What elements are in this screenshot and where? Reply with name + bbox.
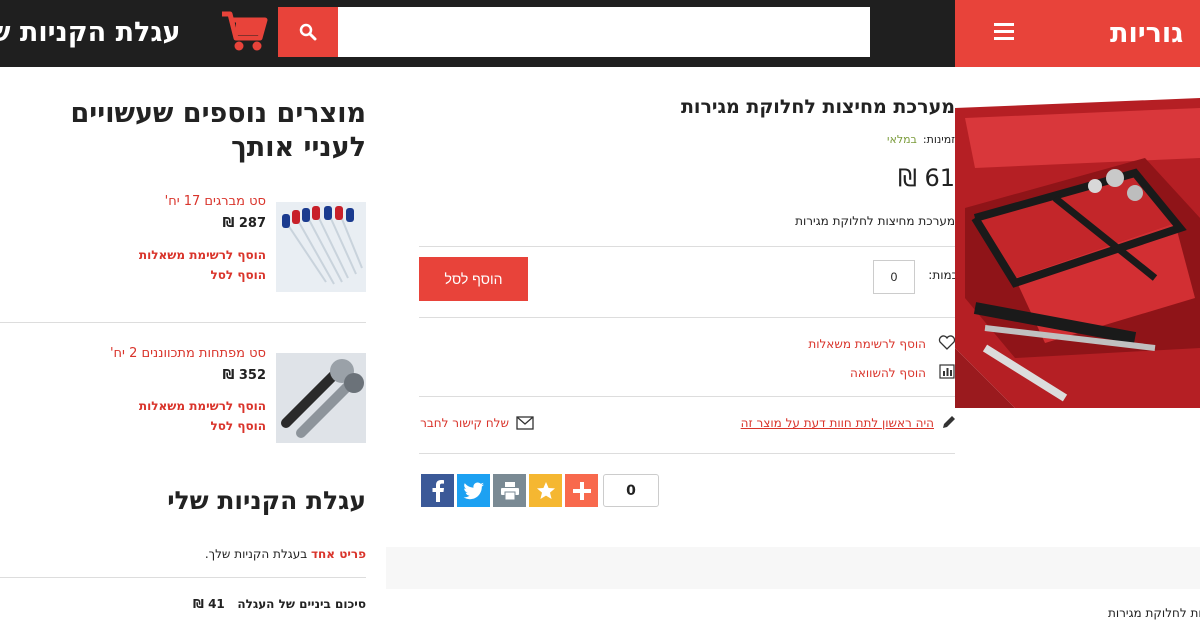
cart-subtotal: סיכום ביניים של העגלה 41 ₪ [193,597,366,611]
shopping-cart-icon[interactable] [220,10,268,52]
product-title: מערכת מחיצות לחלוקת מגירות [680,96,955,118]
add-to-wishlist-link[interactable]: הוסף לרשימת משאלות [780,337,926,351]
quantity-label: כמות: [928,268,958,282]
search-button[interactable] [278,7,338,57]
related-product-price: 287 ₪ [222,216,266,231]
related-add-to-cart-link[interactable]: הוסף לסל [160,419,266,433]
share-counter: 0 [603,474,659,507]
search-icon [299,23,317,41]
related-product-name[interactable]: סט מברגים 17 יח' [100,194,266,209]
cart-items-link[interactable]: פריט אחד [311,547,366,561]
divider [419,246,955,247]
cart-summary-text: פריט אחד בעגלת הקניות שלך. [204,547,366,561]
pencil-icon [941,415,956,430]
print-icon[interactable] [493,474,526,507]
related-product-name[interactable]: סט מפתחות מתכווננים 2 יח' [60,346,266,361]
categories-label[interactable]: גוריות [1110,14,1200,54]
related-add-to-cart-link[interactable]: הוסף לסל [160,268,266,282]
wrench-set-thumbnail[interactable] [276,353,366,443]
favorite-star-icon[interactable] [529,474,562,507]
divider [419,317,955,318]
related-products-heading: מוצרים נוספים שעשויים לעניי אותך [70,98,367,163]
screwdriver-set-thumbnail[interactable] [276,202,366,292]
site-brand-title[interactable]: עגלת הקניות ש [0,10,205,55]
add-to-cart-button[interactable]: הוסף לסל [419,257,528,301]
short-description: מערכת מחיצות לחלוקת מגירות [795,214,955,228]
heart-icon [938,335,956,351]
availability: זמינות:במלאי [887,133,955,146]
hamburger-menu-icon[interactable] [994,23,1014,41]
related-wishlist-link[interactable]: הוסף לרשימת משאלות [120,399,266,413]
write-review-link[interactable]: היה ראשון לתת חוות דעת על מוצר זה [700,416,934,430]
related-wishlist-link[interactable]: הוסף לרשימת משאלות [120,248,266,262]
quantity-input[interactable] [873,260,915,294]
product-main-image[interactable] [955,98,1200,408]
compare-chart-icon [939,364,955,379]
divider [419,396,955,397]
facebook-share-icon[interactable] [421,474,454,507]
twitter-share-icon[interactable] [457,474,490,507]
addthis-plus-icon[interactable] [565,474,598,507]
search-input[interactable] [338,7,870,57]
tabs-strip [386,547,1200,589]
description-snippet: ות לחלוקת מגירות [1108,606,1200,620]
envelope-icon [516,415,534,430]
product-price: 61 ₪ [897,164,955,192]
add-to-compare-link[interactable]: הוסף להשוואה [800,366,926,380]
divider [0,322,366,323]
divider [0,577,366,578]
stock-status: במלאי [887,133,917,146]
cart-heading: עגלת הקניות שלי [167,486,366,515]
email-friend-link[interactable]: שלח קישור לחבר [419,416,509,430]
related-product-price: 352 ₪ [222,368,266,383]
divider [419,453,955,454]
